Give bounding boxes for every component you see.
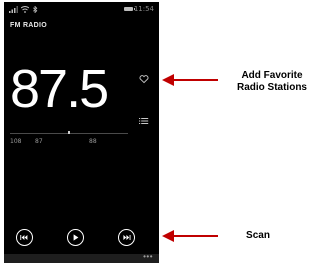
favorite-callout-label: Add Favorite Radio Stations <box>224 70 320 94</box>
more-menu-button[interactable]: ••• <box>143 253 153 261</box>
tuner-marker[interactable] <box>68 131 70 134</box>
play-button[interactable] <box>67 229 84 246</box>
scan-callout-label: Scan <box>246 230 270 241</box>
favorite-callout-line2: Radio Stations <box>236 82 307 93</box>
tuner-tick-label: 87 <box>35 138 43 145</box>
play-icon <box>73 234 79 241</box>
app-bar: ••• <box>4 253 159 263</box>
app-title: FM RADIO <box>10 22 48 29</box>
favorite-callout-line1: Add Favorite <box>241 70 303 81</box>
bluetooth-icon <box>32 6 38 13</box>
favorite-callout-arrow <box>162 74 218 86</box>
phone-screen: 11:54 FM RADIO 87.5 108 87 88 ••• <box>4 2 159 263</box>
favorite-heart-icon[interactable] <box>139 74 149 84</box>
next-icon <box>123 235 131 240</box>
frequency-display: 87.5 <box>10 59 109 119</box>
next-button[interactable] <box>118 229 135 246</box>
tuner-tick-label: 108 <box>10 138 22 145</box>
status-time: 11:54 <box>133 5 154 13</box>
battery-icon <box>124 7 135 11</box>
status-bar: 11:54 <box>4 2 159 16</box>
station-list-icon[interactable] <box>139 116 149 126</box>
previous-button[interactable] <box>16 229 33 246</box>
wifi-icon <box>21 6 29 13</box>
tuner-tick-label: 88 <box>89 138 97 145</box>
scan-callout-arrow <box>162 230 218 242</box>
signal-icon <box>9 6 18 13</box>
previous-icon <box>20 235 28 240</box>
